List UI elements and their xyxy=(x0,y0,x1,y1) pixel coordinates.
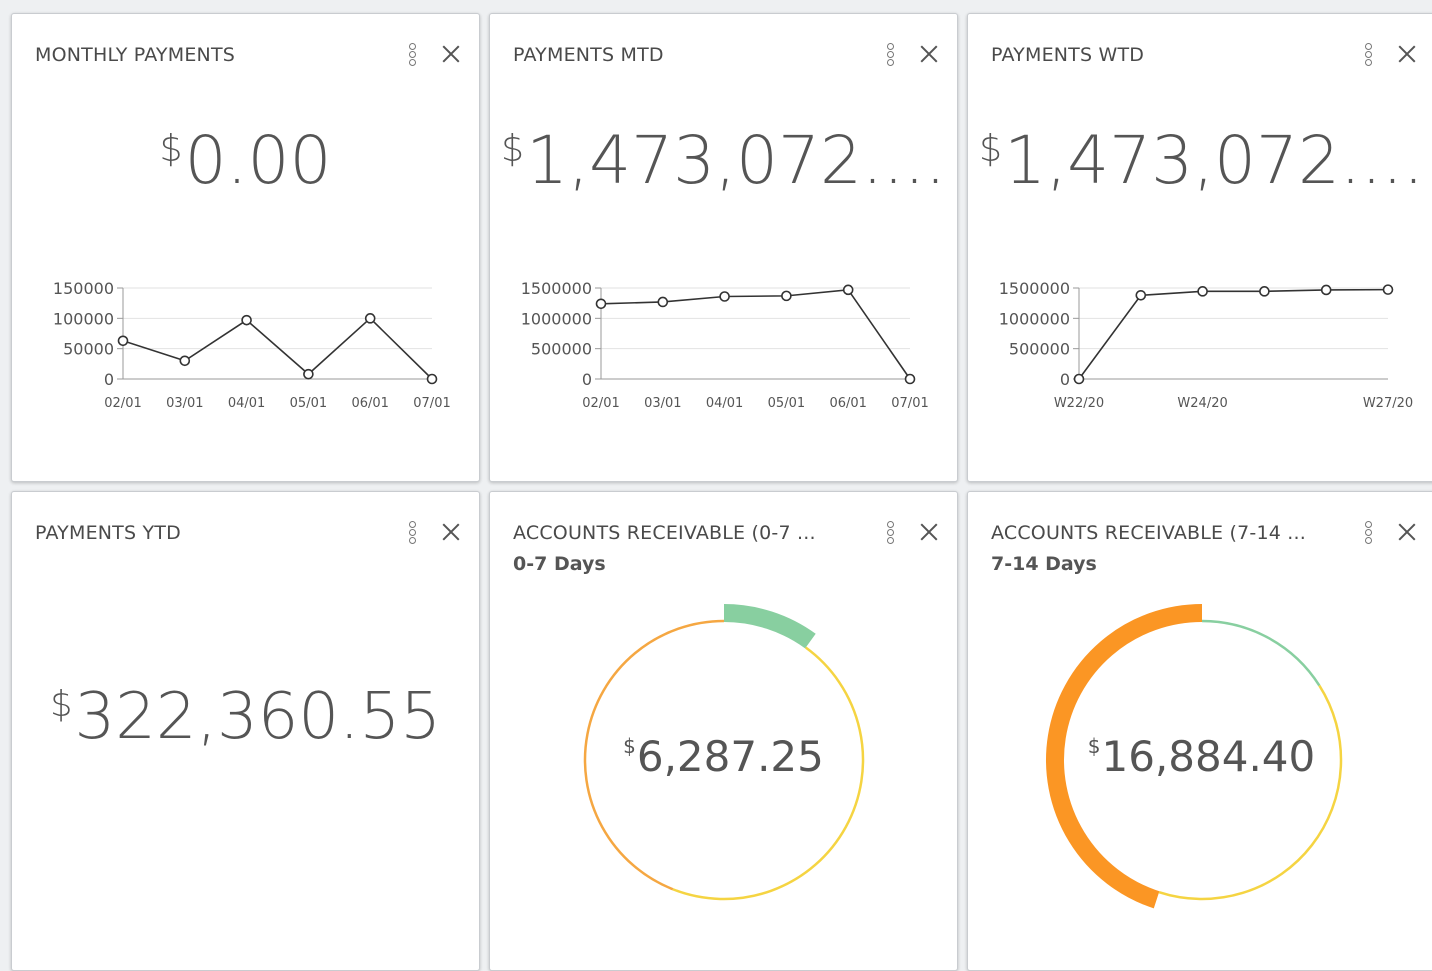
donut-segment xyxy=(1201,619,1321,687)
data-point xyxy=(303,368,314,380)
y-tick-label: 1000000 xyxy=(999,309,1070,328)
data-point xyxy=(1259,286,1270,297)
monthly-payments-card: MONTHLY PAYMENTS $0.00 0 50000 100000 15000… xyxy=(11,13,480,482)
y-tick-label: 1500000 xyxy=(999,279,1070,298)
donut-segment xyxy=(723,604,816,649)
x-tick-label: 07/01 xyxy=(891,396,928,411)
y-tick-label: 500000 xyxy=(531,340,592,359)
x-tick-label: W24/20 xyxy=(1177,396,1227,411)
currency-symbol: $ xyxy=(623,734,636,758)
data-point xyxy=(904,373,916,385)
accounts-receivable-0-7-card: ACCOUNTS RECEIVABLE (0-7 ... 0-7 Days $6… xyxy=(489,491,958,971)
y-tick-label: 0 xyxy=(582,370,592,389)
x-tick-label: 05/01 xyxy=(290,396,327,411)
series-line xyxy=(600,288,911,380)
currency-symbol: $ xyxy=(1087,734,1101,758)
x-tick-label: 05/01 xyxy=(768,396,805,411)
payments-wtd-chart: 0 500000 1000000 1500000 W22/20 W24/20 W27/20 xyxy=(999,279,1413,411)
x-tick-label: 02/01 xyxy=(582,396,619,411)
more-options-icon[interactable] xyxy=(407,520,417,544)
data-point xyxy=(1382,284,1394,295)
payments-mtd-chart: 0 500000 1000000 1500000 02/01 03/01 04/01 05/0… xyxy=(521,279,929,411)
donut-number: 6,287.25 xyxy=(636,732,824,781)
y-tick-label: 1000000 xyxy=(521,309,592,328)
data-point xyxy=(117,335,129,347)
data-point xyxy=(426,373,438,385)
payments-ytd-card: PAYMENTS YTD $322,360.55 xyxy=(11,491,480,971)
data-point xyxy=(179,355,191,367)
y-tick-label: 0 xyxy=(104,370,114,389)
data-point xyxy=(595,298,607,310)
currency-symbol: $ xyxy=(50,684,73,726)
x-tick-label: 03/01 xyxy=(166,396,203,411)
x-tick-label: 07/01 xyxy=(413,396,450,411)
close-icon[interactable] xyxy=(439,520,463,544)
x-tick-label: 06/01 xyxy=(351,396,388,411)
y-tick-label: 150000 xyxy=(53,279,114,298)
payments-mtd-card: PAYMENTS MTD $1,473,072.... 0 500000 10000… xyxy=(489,13,958,482)
y-tick-label: 1500000 xyxy=(521,279,592,298)
x-tick-label: 03/01 xyxy=(644,396,681,411)
card-title: PAYMENTS YTD xyxy=(35,522,181,544)
x-tick-label: W22/20 xyxy=(1054,396,1104,411)
x-tick-label: 04/01 xyxy=(706,396,743,411)
x-tick-label: 02/01 xyxy=(104,396,141,411)
y-tick-label: 50000 xyxy=(63,340,114,359)
y-tick-label: 0 xyxy=(1060,370,1070,389)
data-point xyxy=(364,313,376,324)
monthly-payments-chart: 0 50000 100000 150000 02/01 03/01 04/01 05/01 06… xyxy=(53,279,451,411)
donut-center-value: $6,287.25 xyxy=(490,732,957,781)
data-point xyxy=(781,290,792,302)
series-line xyxy=(1078,288,1389,380)
donut-center-value: $16,884.40 xyxy=(968,732,1432,781)
donut-number: 16,884.40 xyxy=(1101,732,1316,781)
x-tick-label: W27/20 xyxy=(1363,396,1413,411)
data-point xyxy=(1320,284,1332,296)
donut-segment xyxy=(1158,684,1343,901)
accounts-receivable-7-14-card: ACCOUNTS RECEIVABLE (7-14 ... 7-14 Days … xyxy=(967,491,1432,971)
y-tick-label: 100000 xyxy=(53,309,114,328)
data-point xyxy=(842,284,854,296)
payments-wtd-card: PAYMENTS WTD $1,473,072.... 0 500000 10000… xyxy=(967,13,1432,482)
data-point xyxy=(719,291,730,302)
y-tick-label: 500000 xyxy=(1009,340,1070,359)
data-point xyxy=(1135,289,1147,301)
x-tick-label: 06/01 xyxy=(829,396,866,411)
metric-number: 322,360.55 xyxy=(74,680,441,754)
data-point xyxy=(1197,286,1208,297)
data-point xyxy=(241,314,252,326)
data-point xyxy=(657,296,669,308)
data-point xyxy=(1073,373,1085,385)
metric-value: $322,360.55 xyxy=(12,680,479,754)
x-tick-label: 04/01 xyxy=(228,396,265,411)
